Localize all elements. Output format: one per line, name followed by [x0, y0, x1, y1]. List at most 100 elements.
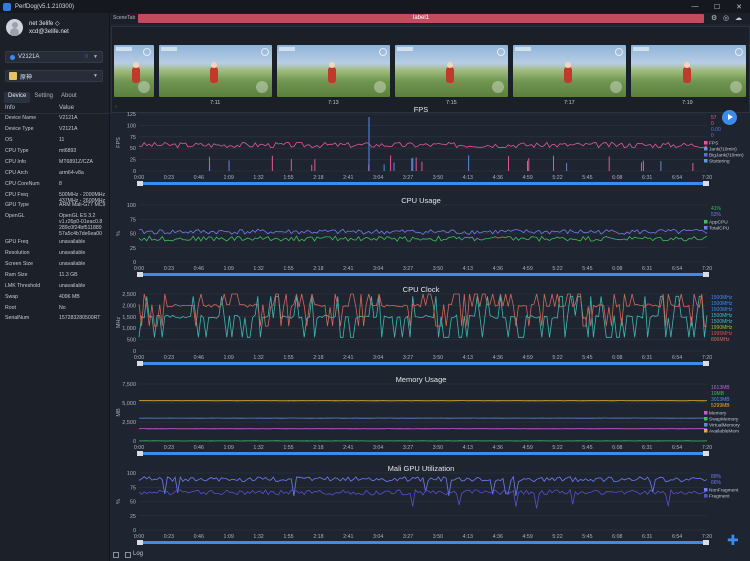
x-tick-label: 4:13	[463, 355, 473, 361]
info-value-header: Value	[59, 105, 74, 111]
play-button[interactable]	[722, 110, 737, 125]
x-tick-label: 4:13	[463, 266, 473, 272]
info-key: LMK Threshold	[5, 283, 41, 289]
avatar[interactable]	[6, 19, 23, 36]
slider-handle[interactable]	[137, 272, 143, 277]
legend-entry[interactable]: TotalCPU	[709, 226, 730, 232]
chart-fps: FPS 0 25 50 75 100 125 FPS 0:00 0:23 0:46 1:09 1:32 1…	[111, 105, 750, 195]
x-tick-label: 7:20	[702, 355, 712, 361]
info-value: 11.3 GB	[59, 272, 78, 278]
legend-swatch	[704, 153, 708, 157]
x-tick-label: 2:18	[313, 175, 323, 181]
legend-value: 806MHz	[711, 337, 730, 343]
series-line	[138, 293, 707, 327]
legend-entry[interactable]: AppCPU	[709, 220, 728, 226]
slider-handle[interactable]	[703, 272, 709, 277]
legend-entry[interactable]: SwapMemory	[709, 417, 739, 423]
y-tick-label: 5,000	[122, 401, 136, 407]
x-tick-label: 6:08	[612, 445, 622, 451]
x-tick-label: 3:04	[373, 175, 383, 181]
y-tick-label: 50	[130, 146, 136, 152]
legend-entry[interactable]: Fragment	[709, 494, 730, 500]
legend-entry[interactable]: BigJank(/10min)	[709, 153, 744, 159]
app-select[interactable]: 原神 ▼	[5, 70, 103, 82]
slider-handle[interactable]	[703, 361, 709, 366]
legend-value: 0	[711, 133, 714, 139]
legend-entry[interactable]: Stuttering	[709, 159, 730, 165]
legend-swatch	[704, 226, 708, 230]
x-tick-label: 3:04	[373, 266, 383, 272]
x-tick-label: 5:22	[552, 445, 562, 451]
slider-handle[interactable]	[137, 451, 143, 456]
x-tick-label: 0:23	[164, 175, 174, 181]
x-tick-label: 1:55	[283, 534, 293, 540]
x-tick-label: 6:08	[612, 534, 622, 540]
chevron-down-icon: ▼	[93, 73, 98, 79]
x-tick-label: 3:50	[433, 445, 443, 451]
screenshot-thumbnail[interactable]	[114, 45, 154, 97]
tab-setting[interactable]: Setting	[30, 92, 57, 103]
y-tick-label: 25	[130, 514, 136, 520]
add-chart-button[interactable]: ✚	[727, 532, 739, 549]
x-tick-label: 3:50	[433, 175, 443, 181]
slider-handle[interactable]	[703, 451, 709, 456]
slider-handle[interactable]	[137, 361, 143, 366]
legend-entry[interactable]: NonFragment	[709, 488, 739, 494]
scene-label-bar[interactable]: label1	[138, 14, 704, 23]
slider-handle[interactable]	[703, 540, 709, 545]
time-range-slider[interactable]	[139, 452, 707, 455]
left-tabs: Device Setting About	[4, 92, 108, 103]
screenshot-toggle-checkbox[interactable]	[113, 552, 119, 558]
tab-about[interactable]: About	[57, 92, 81, 103]
app-select-label: 原神	[20, 74, 33, 81]
legend-swatch	[704, 141, 708, 145]
legend-entry[interactable]: Memory	[709, 411, 727, 417]
x-tick-label: 3:27	[403, 266, 413, 272]
info-key: Resolution	[5, 250, 30, 256]
x-tick-label: 2:41	[343, 175, 353, 181]
screenshot-thumbnail[interactable]	[631, 45, 746, 97]
info-table-header: Info Value	[0, 104, 110, 114]
app-icon	[9, 72, 17, 80]
target-icon[interactable]: ◎	[723, 14, 729, 22]
device-select[interactable]: V2121A ⌔ ▼	[5, 51, 103, 63]
maximize-button[interactable]: ☐	[706, 0, 728, 13]
slider-handle[interactable]	[137, 540, 143, 545]
screenshot-strip: ‹ 7:11 7:13 7:15 7:17 7:19	[111, 26, 750, 113]
x-tick-label: 1:32	[253, 175, 263, 181]
time-range-slider[interactable]	[139, 273, 707, 276]
y-tick-label: 75	[130, 485, 136, 491]
time-range-slider[interactable]	[139, 541, 707, 544]
cloud-icon[interactable]: ☁	[735, 14, 742, 22]
x-tick-label: 1:32	[253, 534, 263, 540]
x-tick-label: 1:32	[253, 445, 263, 451]
slider-handle[interactable]	[137, 181, 143, 186]
legend-entry[interactable]: AvailableMem	[709, 429, 739, 435]
device-select-label: V2121A	[18, 54, 40, 60]
settings-icon[interactable]: ⚙	[711, 14, 717, 22]
tab-device[interactable]: Device	[4, 92, 31, 103]
screenshot-thumbnail[interactable]	[277, 45, 390, 97]
close-button[interactable]: ✕	[728, 0, 750, 13]
x-tick-label: 0:23	[164, 266, 174, 272]
x-tick-label: 0:00	[134, 266, 144, 272]
x-tick-label: 0:46	[194, 534, 204, 540]
x-tick-label: 5:22	[552, 175, 562, 181]
legend-entry[interactable]: VirtualMemory	[709, 423, 740, 429]
minimize-button[interactable]: —	[684, 0, 706, 13]
slider-handle[interactable]	[703, 181, 709, 186]
screenshot-thumbnail[interactable]	[513, 45, 626, 97]
info-value: MT6891Z/CZA	[59, 159, 94, 165]
legend-entry[interactable]: FPS	[709, 141, 718, 147]
legend-entry[interactable]: Jank(/10min)	[709, 147, 737, 153]
x-tick-label: 3:50	[433, 355, 443, 361]
x-tick-label: 7:20	[702, 534, 712, 540]
series-line	[138, 488, 708, 509]
log-checkbox[interactable]	[125, 552, 131, 558]
x-tick-label: 5:22	[552, 355, 562, 361]
time-range-slider[interactable]	[139, 362, 707, 365]
time-range-slider[interactable]	[139, 182, 707, 185]
screenshot-thumbnail[interactable]	[159, 45, 272, 97]
info-value: mt6893	[59, 148, 77, 154]
screenshot-thumbnail[interactable]	[395, 45, 508, 97]
